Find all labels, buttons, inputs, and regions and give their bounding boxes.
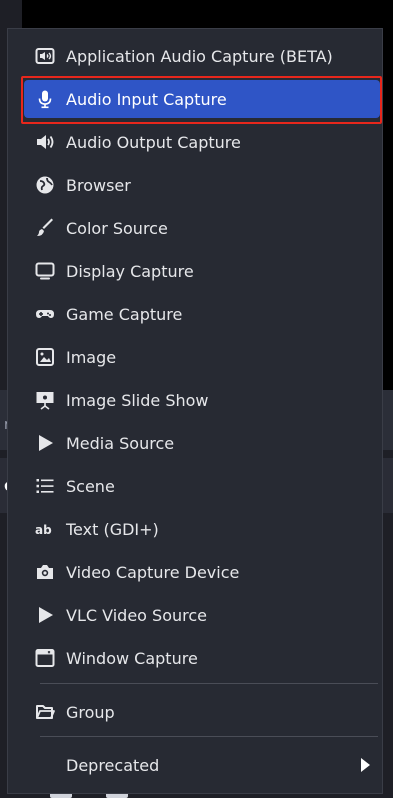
menu-item-application-audio-capture[interactable]: Application Audio Capture (BETA) [24,37,380,75]
menu-item-label: Color Source [66,218,168,238]
menu-item-deprecated[interactable]: Deprecated [24,746,380,784]
menu-item-video-capture-device[interactable]: Video Capture Device [24,553,380,591]
menu-item-label: Audio Output Capture [66,132,241,152]
selection-highlight-box [21,76,382,124]
menu-item-display-capture[interactable]: Display Capture [24,252,380,290]
menu-item-label: Game Capture [66,304,183,324]
slideshow-icon [34,389,56,411]
camera-icon [34,561,56,583]
menu-item-image-slide-show[interactable]: Image Slide Show [24,381,380,419]
menu-item-audio-output-capture[interactable]: Audio Output Capture [24,123,380,161]
menu-item-label: Media Source [66,433,175,453]
speaker-box-icon [34,45,56,67]
menu-item-game-capture[interactable]: Game Capture [24,295,380,333]
menu-item-label: Video Capture Device [66,562,240,582]
menu-item-label: Display Capture [66,261,194,281]
text-ab-icon: ab [34,518,56,540]
globe-icon [34,174,56,196]
play-icon [34,432,56,454]
menu-item-label: Image Slide Show [66,390,209,410]
menu-item-label: Application Audio Capture (BETA) [66,46,333,66]
menu-item-browser[interactable]: Browser [24,166,380,204]
menu-item-group[interactable]: Group [24,693,380,731]
play-icon [34,604,56,626]
svg-text:ab: ab [35,523,52,537]
menu-item-color-source[interactable]: Color Source [24,209,380,247]
paintbrush-icon [34,217,56,239]
menu-separator [40,683,378,684]
menu-item-vlc-video-source[interactable]: VLC Video Source [24,596,380,634]
menu-item-label: Text (GDI+) [66,519,159,539]
image-icon [34,346,56,368]
add-source-context-menu: Application Audio Capture (BETA) Audio I… [7,28,383,794]
menu-separator [40,736,378,737]
menu-item-window-capture[interactable]: Window Capture [24,639,380,677]
menu-item-label: Scene [66,476,115,496]
menu-item-label: Deprecated [66,755,160,775]
list-icon [34,475,56,497]
menu-item-label: Window Capture [66,648,198,668]
speaker-icon [34,131,56,153]
gamepad-icon [34,303,56,325]
folder-icon [34,701,56,723]
blank-icon-slot [34,754,56,776]
menu-item-label: Browser [66,175,131,195]
menu-item-label: VLC Video Source [66,605,207,625]
menu-item-text-gdi[interactable]: ab Text (GDI+) [24,510,380,548]
window-icon [34,647,56,669]
menu-item-image[interactable]: Image [24,338,380,376]
monitor-icon [34,260,56,282]
menu-item-label: Group [66,702,115,722]
menu-item-scene[interactable]: Scene [24,467,380,505]
menu-item-label: Image [66,347,117,367]
menu-item-media-source[interactable]: Media Source [24,424,380,462]
chevron-right-icon [361,758,370,772]
